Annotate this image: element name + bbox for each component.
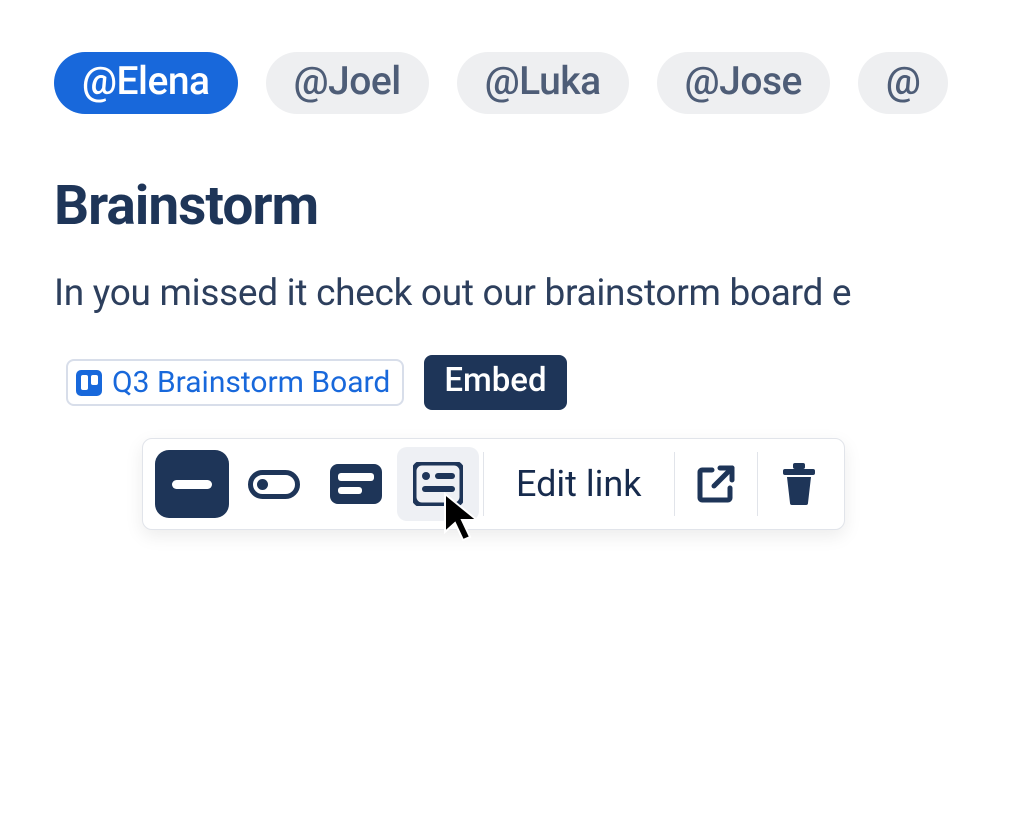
body-paragraph: In you missed it check out our brainstor…	[54, 272, 1024, 315]
section-heading: Brainstorm	[54, 174, 1024, 238]
mention-chip-jose[interactable]: @Jose	[657, 52, 830, 114]
link-toolbar: Edit link	[142, 438, 845, 530]
mention-chip-joel[interactable]: @Joel	[266, 52, 429, 114]
view-card-button[interactable]	[315, 447, 397, 521]
url-view-icon	[155, 450, 229, 518]
mention-chip-elena[interactable]: @Elena	[54, 52, 238, 114]
view-embed-button[interactable]	[397, 447, 479, 521]
view-inline-button[interactable]	[233, 447, 315, 521]
delete-button[interactable]	[762, 463, 836, 505]
toolbar-divider	[483, 452, 484, 516]
edit-link-button[interactable]: Edit link	[488, 463, 670, 505]
smart-link[interactable]: Q3 Brainstorm Board	[66, 359, 404, 406]
trello-icon	[76, 370, 102, 396]
link-row: Q3 Brainstorm Board Embed	[66, 355, 1024, 410]
mention-chip-luka[interactable]: @Luka	[457, 52, 629, 114]
trash-icon	[781, 463, 817, 505]
toolbar-divider	[757, 452, 758, 516]
smart-link-label: Q3 Brainstorm Board	[112, 365, 390, 400]
tooltip-embed: Embed	[424, 355, 566, 410]
view-url-button[interactable]	[151, 447, 233, 521]
inline-view-icon	[248, 470, 300, 499]
embed-view-icon	[413, 462, 463, 506]
mention-row: @Elena @Joel @Luka @Jose @	[0, 0, 1024, 114]
open-external-button[interactable]	[679, 464, 753, 504]
mention-chip-more[interactable]: @	[858, 52, 948, 114]
toolbar-divider	[674, 452, 675, 516]
card-view-icon	[330, 464, 382, 504]
open-external-icon	[696, 464, 736, 504]
